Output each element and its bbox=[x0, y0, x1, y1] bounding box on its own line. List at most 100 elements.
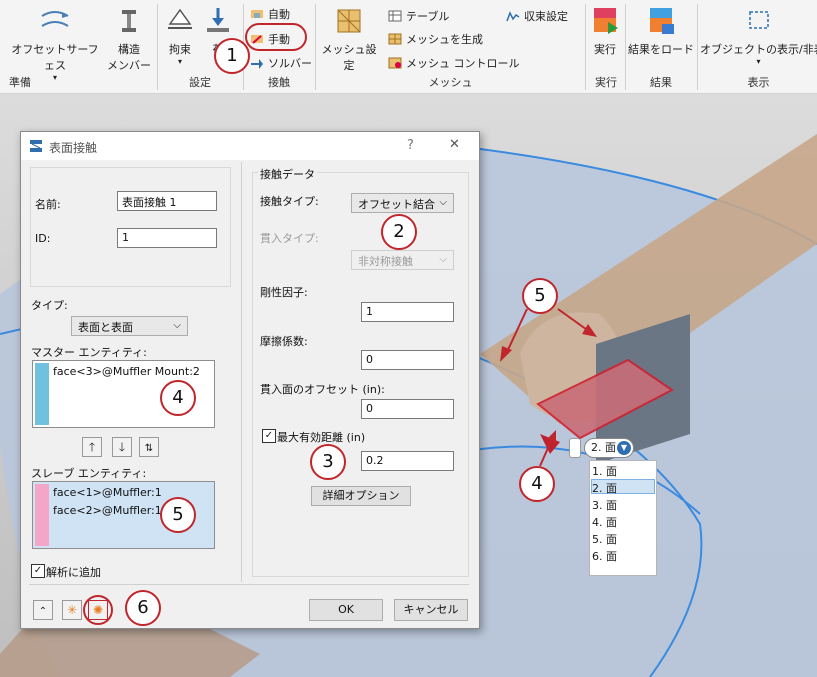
contact-preview-button[interactable]: ✳ bbox=[62, 600, 82, 620]
group-results: 結果 bbox=[650, 76, 672, 89]
group-prepare: 準備 bbox=[9, 76, 31, 89]
ribbon-separator bbox=[585, 4, 586, 90]
footer-divider bbox=[29, 584, 469, 585]
offset-surface-icon bbox=[41, 11, 69, 27]
face-picker-handle[interactable] bbox=[569, 438, 581, 458]
table-label: テーブル bbox=[406, 10, 450, 23]
add-to-analysis-label: 解析に追加 bbox=[46, 566, 101, 579]
offset-surface-label: オフセットサーフェス bbox=[11, 43, 99, 72]
contact-solver-button[interactable]: ソルバー bbox=[250, 55, 312, 71]
dialog-titlebar[interactable]: 表面接触 ? ✕ bbox=[21, 132, 479, 160]
slave-entity-item[interactable]: face<2>@Muffler:1 bbox=[53, 504, 162, 517]
offset-surface-button[interactable]: オフセットサーフェス ▾ bbox=[10, 6, 100, 82]
contact-type-label: 接触タイプ: bbox=[260, 195, 319, 208]
stiffness-input[interactable]: 1 bbox=[361, 302, 454, 322]
slave-entity-item[interactable]: face<1>@Muffler:1 bbox=[53, 486, 162, 499]
id-label: ID: bbox=[35, 232, 51, 245]
load-results-button[interactable]: 結果をロード bbox=[628, 6, 694, 57]
constraint-icon bbox=[168, 8, 192, 29]
callout-5-viewport: 5 bbox=[522, 278, 558, 314]
load-results-icon bbox=[650, 8, 674, 34]
offset-label: 貫入面のオフセット (in): bbox=[260, 383, 385, 396]
callout-4-viewport: 4 bbox=[519, 466, 555, 502]
face-list: 1. 面 2. 面 3. 面 4. 面 5. 面 6. 面 bbox=[589, 460, 657, 576]
name-id-panel bbox=[30, 167, 231, 287]
type-value: 表面と表面 bbox=[78, 321, 133, 334]
max-distance-checkbox[interactable]: ✓ bbox=[262, 429, 276, 443]
chevron-down-icon: ⌵ bbox=[439, 254, 447, 265]
convergence-icon bbox=[506, 11, 520, 22]
ribbon-separator bbox=[315, 4, 316, 90]
mesh-control-icon bbox=[388, 57, 402, 69]
ok-button[interactable]: OK bbox=[309, 599, 383, 621]
friction-label: 摩擦係数: bbox=[260, 335, 308, 348]
ribbon-separator bbox=[697, 4, 698, 90]
generate-mesh-icon bbox=[388, 33, 402, 45]
help-button[interactable]: ? bbox=[407, 138, 414, 153]
group-mesh: メッシュ bbox=[428, 76, 473, 89]
cancel-button[interactable]: キャンセル bbox=[394, 599, 468, 621]
chevron-down-icon[interactable]: ▼ bbox=[617, 441, 631, 455]
constraint-button[interactable]: 拘束 ▾ bbox=[160, 6, 200, 66]
max-distance-input[interactable]: 0.2 bbox=[361, 451, 454, 471]
object-visibility-button[interactable]: オブジェクトの表示/非表 ▾ bbox=[700, 6, 817, 66]
penetration-type-select[interactable]: 非対称接触 ⌵ bbox=[351, 250, 454, 270]
table-icon bbox=[388, 10, 402, 22]
arrow-down-icon: 🡓 bbox=[118, 440, 126, 454]
move-up-button[interactable]: 🡑 bbox=[82, 437, 102, 457]
chevron-down-icon: ⌵ bbox=[439, 197, 447, 208]
contact-solver-label: ソルバー bbox=[268, 57, 312, 70]
master-entity-item[interactable]: face<3>@Muffler Mount:2 bbox=[53, 365, 200, 378]
mesh-settings-button[interactable]: メッシュ設定 bbox=[318, 6, 380, 73]
master-color-swatch bbox=[35, 363, 49, 425]
table-button[interactable]: テーブル bbox=[388, 8, 449, 24]
face-picker-value: 2. 面 bbox=[591, 441, 616, 454]
convergence-settings-button[interactable]: 収束設定 bbox=[506, 8, 568, 24]
add-to-analysis-checkbox[interactable]: ✓ bbox=[31, 564, 45, 578]
face-list-item-selected[interactable]: 2. 面 bbox=[592, 480, 617, 496]
penetration-type-value: 非対称接触 bbox=[358, 255, 413, 268]
sparkle-icon: ✳ bbox=[66, 603, 78, 617]
surface-contact-dialog: 表面接触 ? ✕ 名前: 表面接触 1 ID: 1 タイプ: 表面と表面 ⌵ マス… bbox=[20, 131, 480, 629]
collapse-button[interactable]: ⌃ bbox=[33, 600, 53, 620]
object-visibility-label: オブジェクトの表示/非表 bbox=[700, 43, 817, 56]
generate-mesh-button[interactable]: メッシュを生成 bbox=[388, 31, 483, 47]
ribbon-separator bbox=[157, 4, 158, 90]
group-contact: 接触 bbox=[268, 76, 290, 89]
run-button[interactable]: 実行 bbox=[588, 6, 622, 57]
id-input[interactable]: 1 bbox=[117, 228, 217, 248]
callout-1: 1 bbox=[214, 38, 250, 74]
contact-solver-icon bbox=[251, 59, 263, 69]
face-list-item[interactable]: 6. 面 bbox=[592, 548, 617, 564]
advanced-options-button[interactable]: 詳細オプション bbox=[311, 486, 411, 506]
face-list-item[interactable]: 4. 面 bbox=[592, 514, 617, 530]
penetration-type-label: 貫入タイプ: bbox=[260, 232, 319, 245]
dropdown-arrow-icon: ▾ bbox=[177, 57, 182, 66]
offset-input[interactable]: 0 bbox=[361, 399, 454, 419]
swap-entities-button[interactable]: ⇅ bbox=[139, 437, 159, 457]
mesh-control-button[interactable]: メッシュ コントロール bbox=[388, 55, 520, 71]
load-arrow-icon bbox=[207, 8, 229, 32]
highlight-oval bbox=[245, 23, 307, 51]
slave-entity-label: スレーブ エンティティ: bbox=[31, 467, 147, 480]
generate-mesh-label: メッシュを生成 bbox=[406, 33, 483, 46]
structural-member-button[interactable]: 構造 メンバー bbox=[104, 6, 154, 73]
type-select[interactable]: 表面と表面 ⌵ bbox=[71, 316, 188, 336]
face-list-item[interactable]: 1. 面 bbox=[592, 463, 617, 479]
structural-member-label-1: 構造 bbox=[118, 43, 140, 56]
face-picker[interactable]: 2. 面 ▼ bbox=[584, 438, 634, 458]
close-button[interactable]: ✕ bbox=[449, 137, 460, 152]
callout-6: 6 bbox=[125, 590, 161, 626]
face-list-item[interactable]: 5. 面 bbox=[592, 531, 617, 547]
friction-input[interactable]: 0 bbox=[361, 350, 454, 370]
contact-auto-button[interactable]: 自動 bbox=[250, 6, 290, 22]
mesh-settings-label: メッシュ設定 bbox=[321, 43, 377, 72]
contact-auto-icon bbox=[251, 10, 263, 18]
move-down-button[interactable]: 🡓 bbox=[112, 437, 132, 457]
contact-type-select[interactable]: オフセット結合 ⌵ bbox=[351, 193, 454, 213]
mesh-settings-icon bbox=[337, 9, 361, 33]
face-list-item[interactable]: 3. 面 bbox=[592, 497, 617, 513]
group-display: 表示 bbox=[747, 76, 770, 89]
contact-auto-label: 自動 bbox=[268, 8, 290, 21]
name-input[interactable]: 表面接触 1 bbox=[117, 191, 217, 211]
